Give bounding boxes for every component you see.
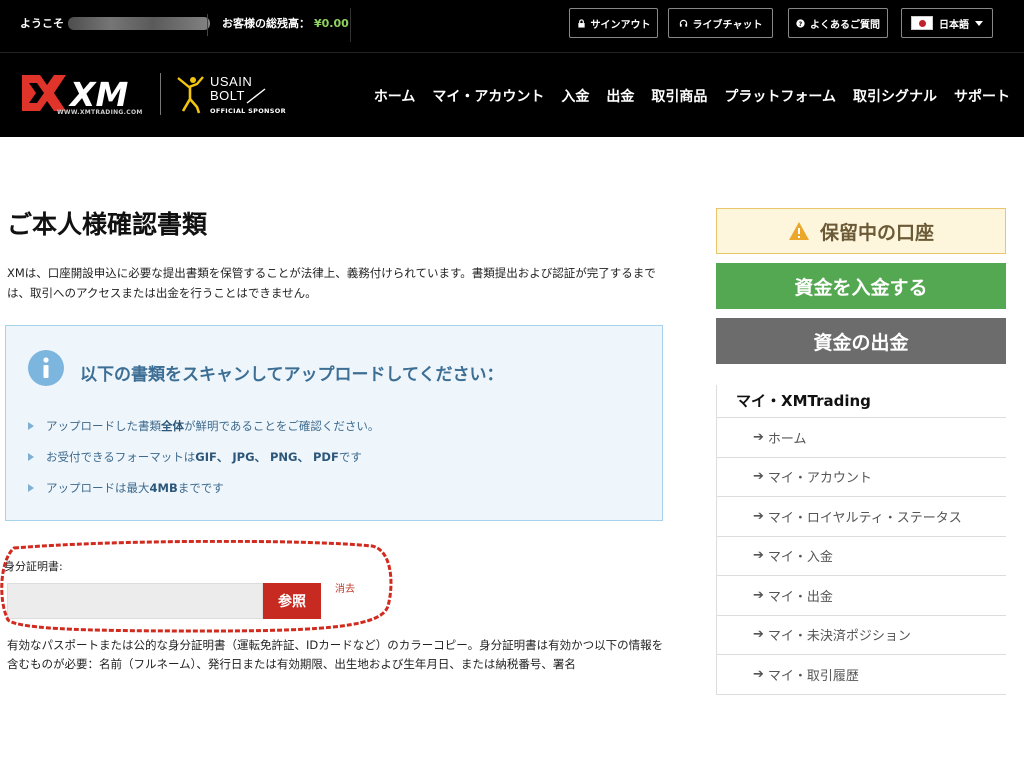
nav-deposit[interactable]: 入金	[561, 86, 589, 106]
language-selector[interactable]: 日本語	[901, 8, 993, 38]
sidebar-item-my-account[interactable]: ➔ マイ・アカウント	[717, 458, 1006, 497]
topbar-divider-2	[350, 8, 351, 42]
sidebar-item-withdrawal[interactable]: ➔ マイ・出金	[717, 576, 1006, 616]
livechat-button[interactable]: ライブチャット	[668, 8, 773, 38]
main-nav: ホーム マイ・アカウント 入金 出金 取引商品 プラットフォーム 取引シグナル …	[374, 86, 1010, 106]
nav-home[interactable]: ホーム	[374, 86, 416, 106]
bullet1-text-end: が鮮明であることをご確認ください。	[184, 418, 380, 433]
clear-link[interactable]: 消去	[335, 580, 355, 595]
arrow-right-icon: ➔	[753, 429, 764, 445]
arrow-right-icon: ➔	[753, 587, 764, 603]
sidebar-item-label: マイ・アカウント	[767, 471, 872, 487]
sidebar-item-deposit[interactable]: ➔ マイ・入金	[717, 537, 1006, 576]
topbar-divider	[207, 14, 208, 36]
id-document-description: 有効なパスポートまたは公的な身分証明書（運転免許証、IDカードなど）のカラーコピ…	[7, 638, 664, 671]
list-item: お受付できるフォーマットは GIF、 JPG、 PNG、 PDF です	[28, 441, 379, 472]
headset-icon	[679, 19, 687, 27]
top-bar: ようこそ お客様の総残高： ¥0.00 サインアウト ライブチャット ? よくある…	[0, 0, 1024, 52]
welcome-message: ようこそ	[20, 15, 210, 31]
intro-text: XMは、口座開設申込に必要な提出書類を保管することが法律上、義務付けられています…	[7, 266, 656, 300]
bullet2-text-end: です	[338, 449, 362, 464]
balance-label: お客様の総残高：	[222, 17, 310, 30]
welcome-label: ようこそ	[20, 17, 64, 30]
arrow-right-icon: ➔	[753, 548, 764, 564]
sidebar-item-open-positions[interactable]: ➔ マイ・未決済ポジション	[717, 616, 1006, 655]
language-label: 日本語	[939, 19, 969, 31]
sidebar-item-label: マイ・取引履歴	[767, 668, 859, 684]
id-document-label: 身分証明書:	[4, 560, 63, 573]
upload-instructions-box: 以下の書類をスキャンしてアップロードしてください： アップロードした書類 全体 が鮮…	[5, 325, 663, 521]
nav-products[interactable]: 取引商品	[651, 86, 707, 106]
bullet1-bold: 全体	[161, 418, 184, 433]
nav-signals[interactable]: 取引シグナル	[853, 86, 937, 106]
bullet1-text: アップロードした書類	[46, 418, 161, 433]
warning-icon	[788, 222, 809, 240]
arrow-right-icon: ➔	[753, 666, 764, 682]
main-header: XM WWW.XMTRADING.COM USAIN BOLT OFFICIAL…	[0, 52, 1024, 137]
sponsor-line3: OFFICIAL SPONSOR	[210, 107, 286, 115]
japan-flag-icon	[911, 16, 933, 30]
caret-down-icon	[975, 20, 983, 26]
browse-button[interactable]: 参照	[263, 583, 321, 619]
instructions-list: アップロードした書類 全体 が鮮明であることをご確認ください。 お受付できるフォーマ…	[28, 410, 379, 503]
nav-support[interactable]: サポート	[954, 86, 1010, 106]
question-icon: ?	[796, 18, 805, 28]
nav-my-account[interactable]: マイ・アカウント	[432, 86, 544, 106]
pending-label: 保留中の口座	[819, 221, 934, 244]
balance-value: ¥0.00	[314, 17, 349, 30]
withdraw-funds-button[interactable]: 資金の出金	[716, 318, 1006, 364]
sidebar-item-label: マイ・ロイヤルティ・ステータス	[767, 510, 962, 526]
triangle-bullet-icon	[28, 452, 34, 461]
arrow-right-icon: ➔	[753, 508, 764, 524]
sidebar-item-label: マイ・出金	[767, 589, 833, 605]
total-balance: お客様の総残高： ¥0.00	[222, 15, 349, 31]
deposit-funds-button[interactable]: 資金を入金する	[716, 263, 1006, 309]
header-separator	[160, 73, 161, 115]
sidebar-item-home[interactable]: ➔ ホーム	[717, 418, 1006, 458]
livechat-label: ライブチャット	[692, 19, 763, 31]
sponsor-slash-icon	[246, 88, 266, 104]
usain-bolt-sponsor: USAIN BOLT OFFICIAL SPONSOR	[175, 71, 295, 121]
sponsor-line2: BOLT	[210, 88, 245, 103]
signout-label: サインアウト	[590, 19, 651, 31]
lock-icon	[577, 18, 585, 28]
my-xmtrading-menu: マイ・XMTrading ➔ ホーム ➔ マイ・アカウント ➔ マイ・ロイヤルティ・ス…	[716, 385, 1006, 695]
arrow-right-icon: ➔	[753, 627, 764, 643]
nav-withdrawal[interactable]: 出金	[606, 86, 634, 106]
pending-account-notice: 保留中の口座	[716, 208, 1006, 254]
bullet3-bold: 4MB	[149, 480, 178, 495]
menu-title: マイ・XMTrading	[717, 385, 1006, 418]
svg-text:?: ?	[799, 21, 803, 28]
bullet3-text-end: までです	[177, 480, 224, 495]
sidebar-item-label: ホーム	[767, 431, 807, 447]
logo-tagline: WWW.XMTRADING.COM	[57, 109, 143, 116]
instructions-title: 以下の書類をスキャンしてアップロードしてください：	[80, 365, 504, 385]
blurred-username	[68, 16, 210, 30]
sidebar-item-label: マイ・未決済ポジション	[767, 629, 911, 645]
bolt-pose-icon	[177, 76, 204, 114]
bullet2-bold: GIF、 JPG、 PNG、 PDF	[195, 449, 339, 464]
sidebar-item-loyalty[interactable]: ➔ マイ・ロイヤルティ・ステータス	[717, 497, 1006, 537]
sidebar-item-history[interactable]: ➔ マイ・取引履歴	[717, 655, 1006, 695]
triangle-bullet-icon	[28, 483, 34, 492]
sidebar-item-label: マイ・入金	[767, 550, 833, 566]
bullet3-text: アップロードは最大	[46, 480, 150, 495]
list-item: アップロードした書類 全体 が鮮明であることをご確認ください。	[28, 410, 379, 441]
faq-label: よくあるご質問	[810, 19, 880, 31]
file-path-field[interactable]	[7, 583, 263, 619]
list-item: アップロードは最大 4MB までです	[28, 472, 379, 503]
arrow-right-icon: ➔	[753, 469, 764, 485]
info-icon	[28, 350, 64, 386]
nav-platforms[interactable]: プラットフォーム	[724, 86, 836, 106]
bullet2-text: お受付できるフォーマットは	[46, 449, 196, 464]
signout-button[interactable]: サインアウト	[569, 8, 658, 38]
triangle-bullet-icon	[28, 421, 34, 430]
page-title: ご本人様確認書類	[7, 210, 208, 239]
faq-button[interactable]: ? よくあるご質問	[788, 8, 888, 38]
